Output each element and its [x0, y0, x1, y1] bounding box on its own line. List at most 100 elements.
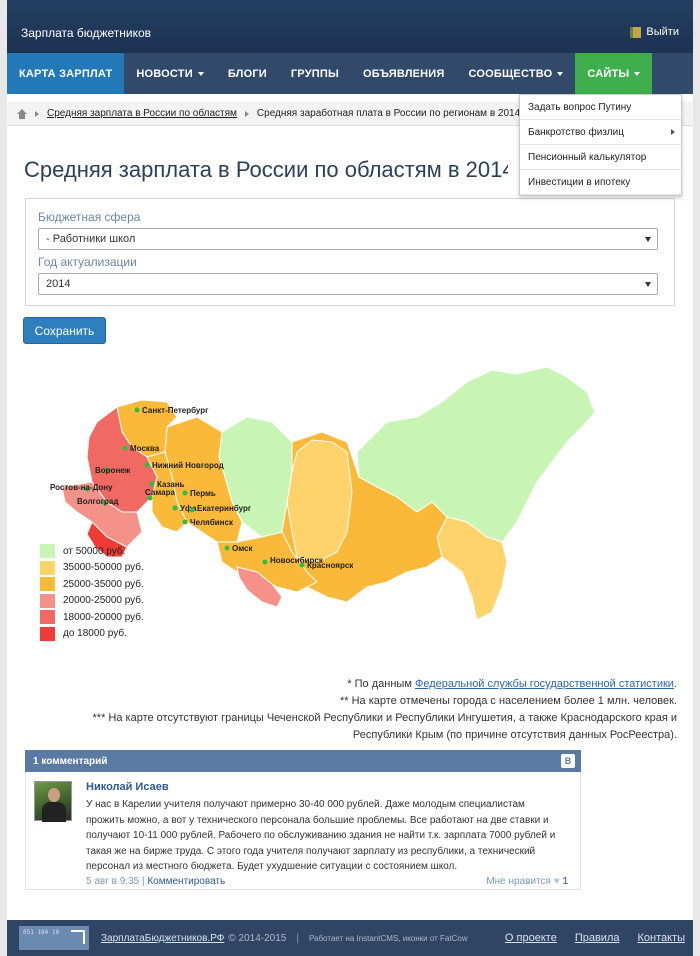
legend-label: 35000-50000 руб.: [63, 562, 144, 574]
city-dot: [134, 407, 140, 413]
city-dot: [224, 545, 230, 551]
city-label: Красноярск: [307, 561, 354, 570]
footer-logo[interactable]: 051 184 10: [19, 926, 89, 950]
footer-copyright: © 2014-2015: [228, 932, 287, 944]
legend-label: до 18000 руб.: [63, 628, 127, 640]
city-label: Екатеринбург: [197, 504, 252, 513]
city-dot: [144, 462, 150, 468]
vk-icon[interactable]: В: [561, 754, 575, 768]
like-label: Мне нравится: [486, 876, 551, 887]
year-select[interactable]: 2014: [38, 273, 658, 295]
filter-form: Бюджетная сфера - Работники школ Год акт…: [25, 198, 675, 306]
footer-link-about[interactable]: О проекте: [505, 932, 557, 944]
nav-blogs[interactable]: БЛОГИ: [216, 53, 279, 94]
nav-ads-label: ОБЪЯВЛЕНИЯ: [362, 67, 445, 80]
nav-groups-label: ГРУППЫ: [290, 67, 339, 80]
home-icon[interactable]: [17, 108, 27, 119]
like-count: 1: [562, 876, 568, 887]
reply-link[interactable]: Комментировать: [147, 876, 225, 887]
sector-select[interactable]: - Работники школ: [38, 228, 658, 250]
comment-meta: 5 авг в 9:35 | Комментировать: [86, 876, 226, 887]
legend-item: от 50000 руб.: [40, 543, 144, 560]
city-dot: [182, 490, 188, 496]
dropdown-item-mortgage[interactable]: Инвестиции в ипотеку: [520, 170, 681, 195]
legend-swatch: [40, 544, 55, 559]
city-dot: [189, 507, 195, 513]
note-cities: ** На карте отмечены города с населением…: [339, 695, 677, 707]
comments-header: 1 комментарий В: [25, 750, 581, 772]
avatar[interactable]: [34, 781, 72, 822]
nav-community[interactable]: СООБЩЕСТВО: [457, 53, 576, 94]
rosstat-link[interactable]: Федеральной службы государственной стати…: [415, 678, 674, 690]
city-dot: [182, 519, 188, 525]
nav-groups[interactable]: ГРУППЫ: [279, 53, 351, 94]
legend-item: 18000-20000 руб.: [40, 609, 144, 626]
city-label: Санкт-Петербург: [142, 406, 209, 415]
comment-author[interactable]: Николай Исаев: [86, 781, 169, 793]
footer-site-link[interactable]: ЗарплатаБюджетников.РФ: [101, 933, 224, 944]
nav-ads[interactable]: ОБЪЯВЛЕНИЯ: [351, 53, 457, 94]
save-button[interactable]: Сохранить: [23, 317, 106, 344]
footer-divider: |: [296, 932, 299, 944]
dropdown-item-label: Банкротство физлиц: [528, 126, 624, 138]
chevron-right-icon: [671, 129, 675, 135]
nav-sites[interactable]: САЙТЫ: [575, 53, 653, 94]
legend-item: 35000-50000 руб.: [40, 560, 144, 577]
legend-label: 25000-35000 руб.: [63, 578, 144, 590]
footer-link-contacts[interactable]: Контакты: [637, 932, 685, 944]
city-label: Омск: [232, 544, 253, 553]
footer-link-rules[interactable]: Правила: [575, 932, 620, 944]
breadcrumb-link[interactable]: Средняя зарплата в России по областям: [47, 108, 237, 119]
chevron-down-icon: [645, 282, 651, 287]
dropdown-item-pension[interactable]: Пенсионный калькулятор: [520, 145, 681, 170]
note-borders: *** На карте отсутствуют границы Чеченск…: [92, 712, 677, 741]
comment: Николай Исаев У нас в Карелии учителя по…: [25, 772, 581, 890]
chevron-right-icon: [244, 110, 249, 117]
legend-swatch: [40, 560, 55, 575]
legend-item: 20000-25000 руб.: [40, 593, 144, 610]
comments-count: 1 комментарий: [33, 755, 108, 767]
city-dot: [172, 505, 178, 511]
top-bar: Зарплата бюджетников Выйти: [7, 0, 693, 53]
map-notes: * По данным Федеральной службы государст…: [37, 676, 677, 744]
chevron-down-icon: [557, 71, 564, 76]
dropdown-item-putin[interactable]: Задать вопрос Путину: [520, 95, 681, 120]
city-dot: [149, 481, 155, 487]
nav-map[interactable]: КАРТА ЗАРПЛАТ: [7, 53, 125, 94]
comment-text: У нас в Карелии учителя получают примерн…: [86, 799, 556, 872]
legend-swatch: [40, 626, 55, 641]
footer-links: О проекте Правила Контакты: [505, 932, 685, 944]
like-button[interactable]: Мне нравится ♥ 1: [486, 876, 568, 887]
legend-swatch: [40, 593, 55, 608]
page-title: Средняя зарплата в России по областям в …: [24, 157, 508, 182]
legend-item: до 18000 руб.: [40, 626, 144, 643]
main-nav: КАРТА ЗАРПЛАТ НОВОСТИ БЛОГИ ГРУППЫ ОБЪЯВ…: [7, 53, 693, 94]
nav-blogs-label: БЛОГИ: [227, 67, 267, 80]
logout-link[interactable]: Выйти: [630, 26, 679, 38]
legend-label: 18000-20000 руб.: [63, 611, 144, 623]
city-label: Уфа: [180, 504, 197, 513]
comment-date: 5 авг в 9:35: [86, 876, 140, 887]
nav-map-label: КАРТА ЗАРПЛАТ: [19, 67, 113, 80]
legend-swatch: [40, 577, 55, 592]
chevron-right-icon: [35, 110, 39, 117]
sector-label: Бюджетная сфера: [38, 210, 141, 224]
legend-swatch: [40, 610, 55, 625]
footer-powered: Работает на InstantCMS, иконки от FatCow: [308, 933, 468, 943]
legend-item: 25000-35000 руб.: [40, 576, 144, 593]
chevron-down-icon: [645, 237, 651, 242]
page: Зарплата бюджетников Выйти КАРТА ЗАРПЛАТ…: [7, 0, 693, 956]
city-dot: [299, 562, 305, 568]
nav-news[interactable]: НОВОСТИ: [124, 53, 215, 94]
nav-news-label: НОВОСТИ: [136, 67, 193, 80]
map-legend: от 50000 руб. 35000-50000 руб. 25000-35000…: [40, 543, 144, 642]
city-label: Нижний Новгород: [152, 461, 224, 470]
dropdown-item-bankruptcy[interactable]: Банкротство физлиц: [520, 120, 681, 145]
note-source-suffix: .: [673, 678, 677, 690]
heart-icon: ♥: [553, 876, 560, 887]
note-source: * По данным Федеральной службы государст…: [37, 676, 677, 693]
logout-label: Выйти: [646, 26, 679, 38]
note-source-prefix: * По данным: [347, 678, 412, 690]
site-title[interactable]: Зарплата бюджетников: [21, 26, 151, 40]
chevron-down-icon: [197, 71, 204, 76]
